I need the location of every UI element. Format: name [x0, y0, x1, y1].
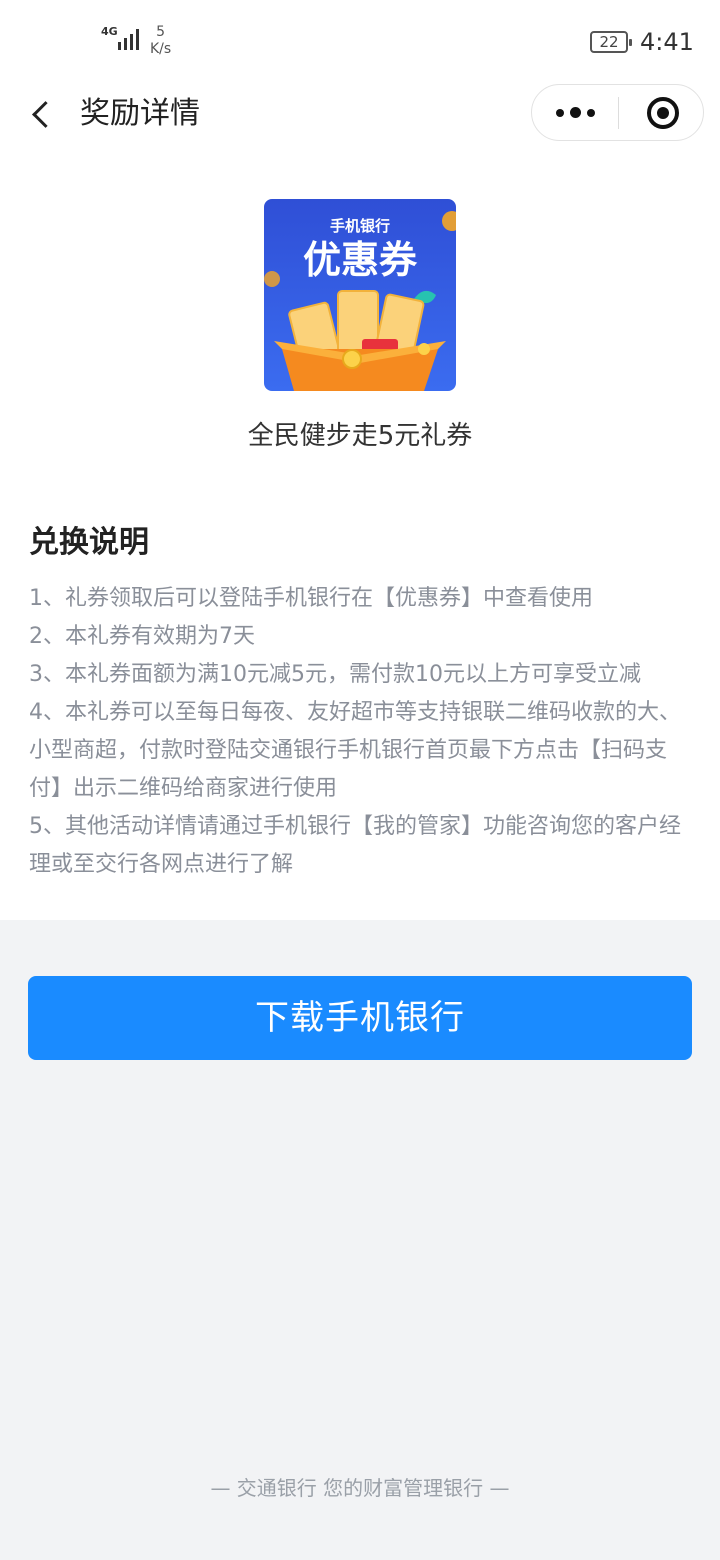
footer-slogan: — 交通银行 您的财富管理银行 —: [210, 1476, 510, 1500]
coupon-illustration: 手机银行 优惠券: [264, 199, 456, 391]
speed-value: 5: [156, 24, 166, 40]
signal-icon: [118, 28, 139, 50]
speed-unit: K/s: [150, 41, 172, 57]
coupon-brand-text: 手机银行: [330, 217, 390, 235]
more-dots-icon: [555, 108, 564, 117]
miniapp-capsule: [531, 84, 704, 141]
rules-title: 兑换说明: [29, 525, 149, 560]
page-title: 奖励详情: [80, 96, 200, 131]
rule-item: 1、礼券领取后可以登陆手机银行在【优惠券】中查看使用: [29, 586, 593, 611]
network-type: 4G: [101, 25, 118, 38]
back-button[interactable]: [22, 92, 62, 136]
battery-icon: 22: [590, 31, 632, 53]
network-speed: 5 K/s: [150, 24, 171, 58]
rule-item: 4、本礼券可以至每日每夜、友好超市等支持银联二维码收款的大、小型商超，付款时登陆…: [29, 700, 681, 801]
coupon-title-text: 优惠券: [303, 238, 418, 282]
battery-level: 22: [599, 33, 619, 51]
nav-bar: 奖励详情: [0, 84, 720, 144]
coupon-name: 全民健步走5元礼券: [247, 421, 473, 451]
close-miniapp-button[interactable]: [647, 97, 679, 129]
reward-detail-card: 手机银行 优惠券 全民健步走5元礼券 兑换说明 1、礼券领取后可以登陆手机银行在…: [0, 144, 720, 920]
rule-item: 3、本礼券面额为满10元减5元，需付款10元以上方可享受立减: [29, 662, 641, 687]
rule-item: 5、其他活动详情请通过手机银行【我的管家】功能咨询您的客户经理或至交行各网点进行…: [29, 814, 681, 877]
rule-item: 2、本礼券有效期为7天: [29, 624, 255, 649]
rules-list: 1、礼券领取后可以登陆手机银行在【优惠券】中查看使用 2、本礼券有效期为7天 3…: [29, 580, 699, 884]
more-dots-icon: [586, 108, 595, 117]
status-bar: 4G 5 K/s 22 4:41: [0, 0, 720, 84]
download-app-button[interactable]: 下载手机银行: [28, 976, 692, 1060]
capsule-divider: [618, 97, 619, 129]
more-button[interactable]: [532, 85, 618, 140]
more-dots-icon: [569, 107, 581, 118]
coupon-image: 手机银行 优惠券: [264, 199, 456, 391]
status-time: 4:41: [640, 28, 694, 56]
